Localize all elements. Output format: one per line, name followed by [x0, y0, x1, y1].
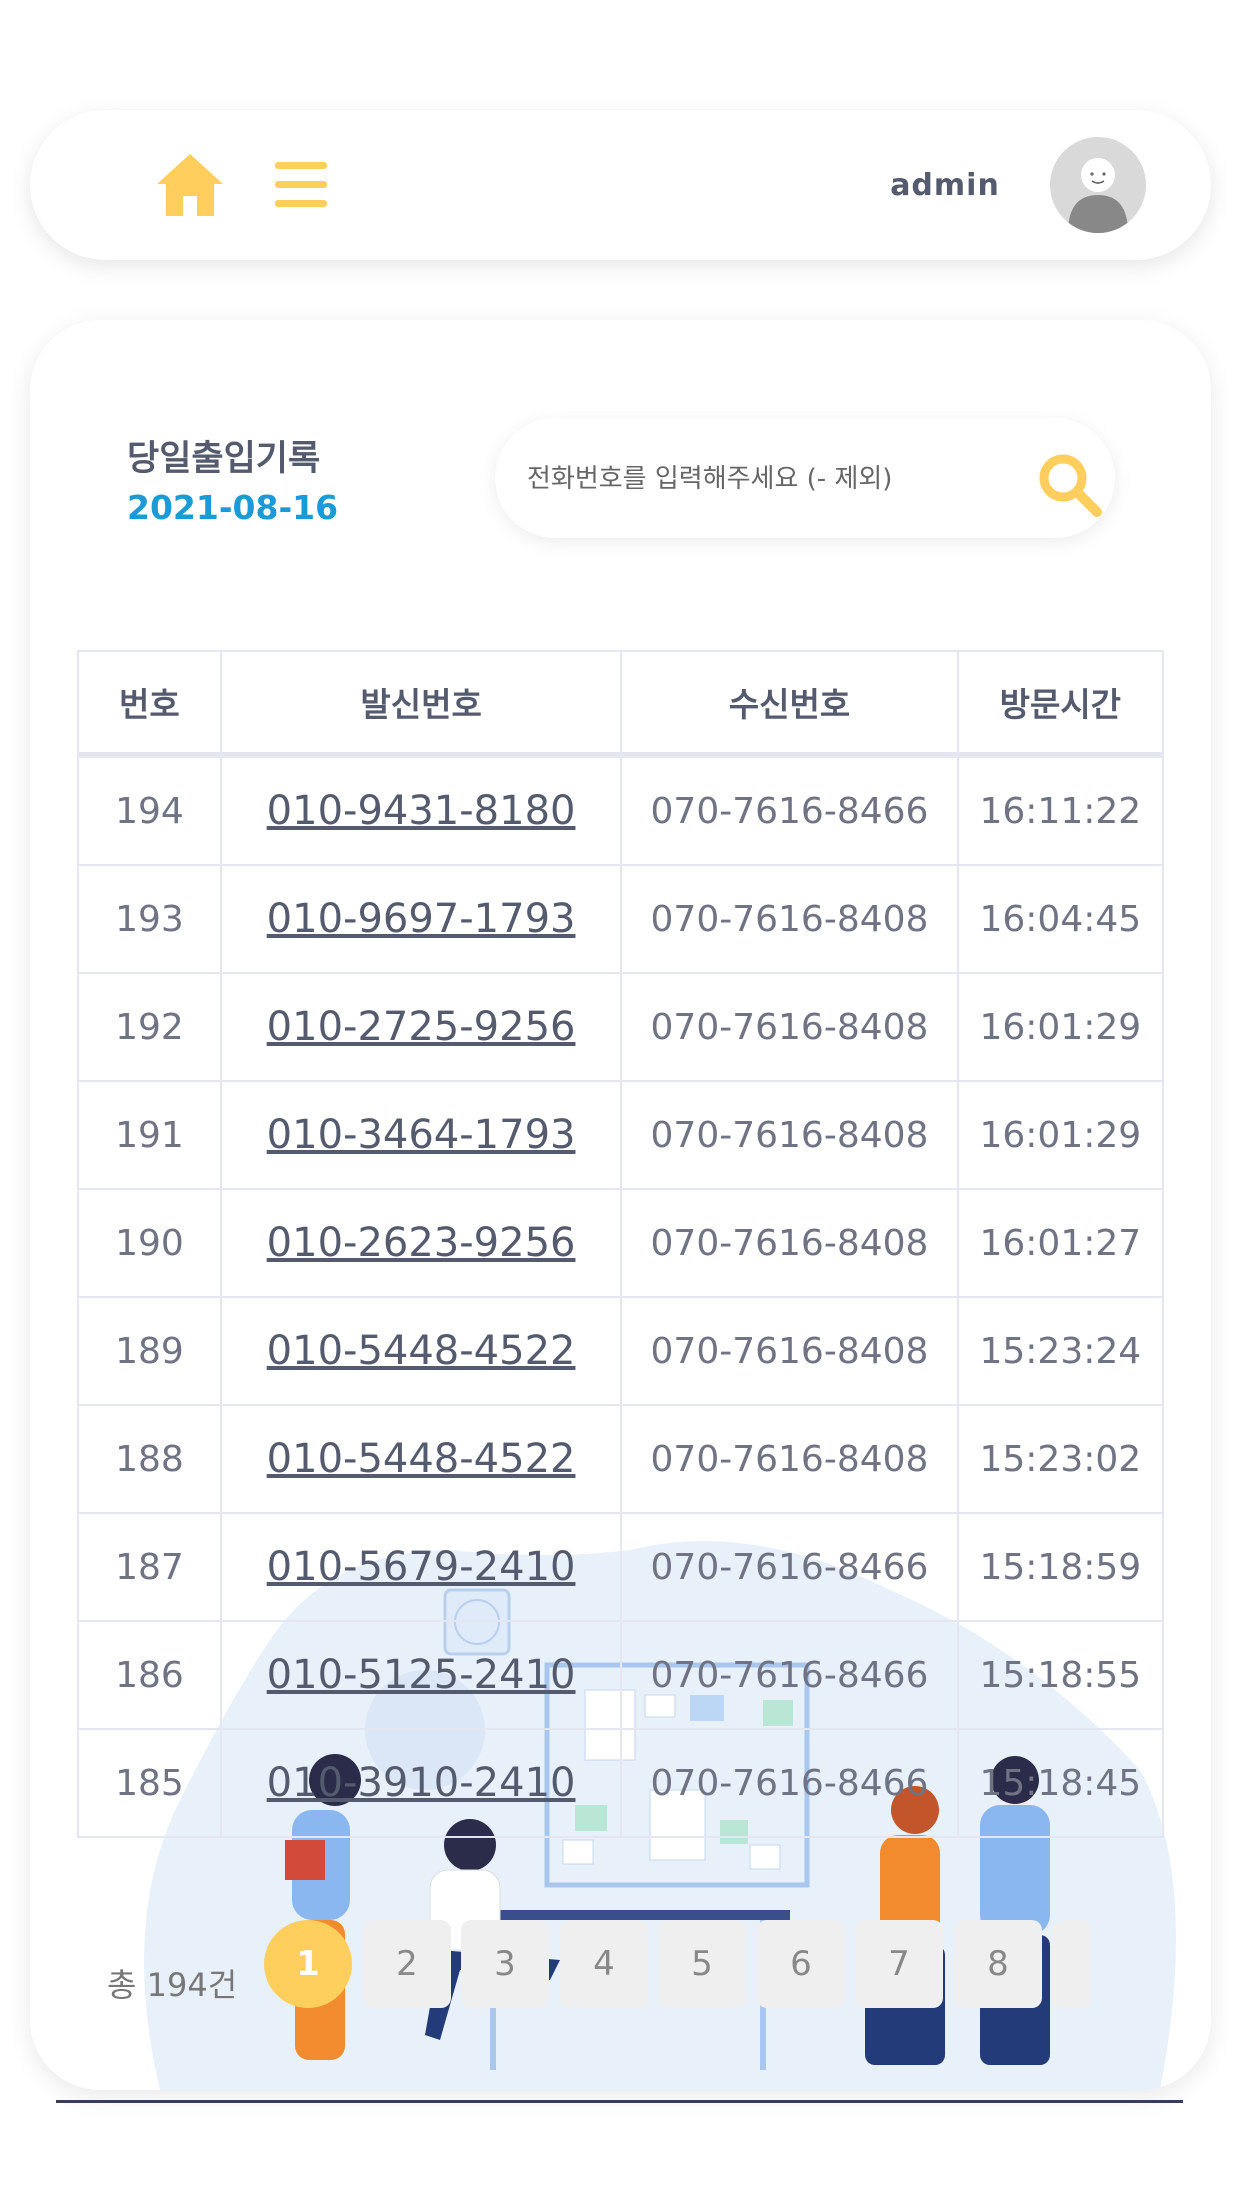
receiver-number: 070-7616-8466	[620, 1620, 959, 1730]
search-bar	[495, 418, 1115, 538]
table-row: 187 010-5679-2410 070-7616-8466 15:18:59	[77, 1512, 1165, 1622]
visit-time: 15:18:55	[956, 1620, 1165, 1730]
floor-line	[56, 2100, 1183, 2103]
receiver-number: 070-7616-8408	[620, 1296, 959, 1406]
visit-time: 16:01:27	[956, 1188, 1165, 1298]
caller-link[interactable]: 010-5679-2410	[267, 1544, 576, 1590]
caller-link[interactable]: 010-2725-9256	[267, 1004, 576, 1050]
caller-link[interactable]: 010-3464-1793	[267, 1112, 576, 1158]
receiver-number: 070-7616-8466	[620, 1728, 959, 1838]
table-header-row: 번호 발신번호 수신번호 방문시간	[77, 650, 1165, 758]
page-date: 2021-08-16	[127, 488, 339, 527]
receiver-number: 070-7616-8408	[620, 972, 959, 1082]
visit-time: 15:23:02	[956, 1404, 1165, 1514]
table-row: 193 010-9697-1793 070-7616-8408 16:04:45	[77, 864, 1165, 974]
receiver-number: 070-7616-8408	[620, 864, 959, 974]
header-num: 번호	[77, 650, 222, 758]
receiver-number: 070-7616-8466	[620, 1512, 959, 1622]
caller-link[interactable]: 010-9697-1793	[267, 896, 576, 942]
page-button-7[interactable]: 7	[855, 1920, 943, 2008]
receiver-number: 070-7616-8408	[620, 1404, 959, 1514]
search-icon[interactable]	[1035, 450, 1105, 520]
row-num: 192	[77, 972, 222, 1082]
page-button-1[interactable]: 1	[264, 1920, 352, 2008]
page-button-5[interactable]: 5	[658, 1920, 746, 2008]
header-caller: 발신번호	[219, 650, 623, 758]
row-num: 189	[77, 1296, 222, 1406]
table-row: 189 010-5448-4522 070-7616-8408 15:23:24	[77, 1296, 1165, 1406]
visit-time: 15:18:59	[956, 1512, 1165, 1622]
page-button-next-partial[interactable]	[1052, 1920, 1090, 2008]
records-table: 번호 발신번호 수신번호 방문시간 194 010-9431-8180 070-…	[77, 650, 1165, 1838]
row-num: 186	[77, 1620, 222, 1730]
page-title: 당일출입기록	[127, 439, 321, 479]
table-row: 188 010-5448-4522 070-7616-8408 15:23:02	[77, 1404, 1165, 1514]
page-button-2[interactable]: 2	[363, 1920, 451, 2008]
page-button-4[interactable]: 4	[560, 1920, 648, 2008]
receiver-number: 070-7616-8466	[620, 754, 959, 866]
row-num: 190	[77, 1188, 222, 1298]
caller-link[interactable]: 010-3910-2410	[267, 1760, 576, 1806]
header-time: 방문시간	[956, 650, 1165, 758]
table-row: 185 010-3910-2410 070-7616-8466 15:18:45	[77, 1728, 1165, 1838]
page-button-3[interactable]: 3	[461, 1920, 549, 2008]
caller-link[interactable]: 010-9431-8180	[267, 788, 576, 834]
top-header: admin	[30, 110, 1211, 260]
receiver-number: 070-7616-8408	[620, 1080, 959, 1190]
table-row: 186 010-5125-2410 070-7616-8466 15:18:55	[77, 1620, 1165, 1730]
table-row: 190 010-2623-9256 070-7616-8408 16:01:27	[77, 1188, 1165, 1298]
table-row: 192 010-2725-9256 070-7616-8408 16:01:29	[77, 972, 1165, 1082]
menu-icon[interactable]	[275, 162, 327, 208]
visit-time: 15:23:24	[956, 1296, 1165, 1406]
visit-time: 16:04:45	[956, 864, 1165, 974]
caller-link[interactable]: 010-2623-9256	[267, 1220, 576, 1266]
records-card: 당일출입기록 2021-08-16 번호 발신번호 수신번호 방문시간 194 …	[30, 320, 1211, 2090]
visit-time: 16:01:29	[956, 972, 1165, 1082]
visit-time: 16:11:22	[956, 754, 1165, 866]
row-num: 185	[77, 1728, 222, 1838]
username-label: admin	[890, 168, 1000, 203]
row-num: 193	[77, 864, 222, 974]
row-num: 194	[77, 754, 222, 866]
phone-search-input[interactable]	[525, 448, 989, 510]
receiver-number: 070-7616-8408	[620, 1188, 959, 1298]
caller-link[interactable]: 010-5448-4522	[267, 1328, 576, 1374]
caller-link[interactable]: 010-5448-4522	[267, 1436, 576, 1482]
row-num: 187	[77, 1512, 222, 1622]
page-button-8[interactable]: 8	[954, 1920, 1042, 2008]
avatar[interactable]	[1050, 137, 1146, 233]
row-num: 188	[77, 1404, 222, 1514]
total-count: 총 194건	[107, 1966, 238, 2004]
table-row: 191 010-3464-1793 070-7616-8408 16:01:29	[77, 1080, 1165, 1190]
page-button-6[interactable]: 6	[757, 1920, 845, 2008]
table-row: 194 010-9431-8180 070-7616-8466 16:11:22	[77, 754, 1165, 866]
visit-time: 15:18:45	[956, 1728, 1165, 1838]
row-num: 191	[77, 1080, 222, 1190]
header-receiver: 수신번호	[620, 650, 959, 758]
visit-time: 16:01:29	[956, 1080, 1165, 1190]
caller-link[interactable]: 010-5125-2410	[267, 1652, 576, 1698]
home-icon[interactable]	[155, 150, 225, 220]
